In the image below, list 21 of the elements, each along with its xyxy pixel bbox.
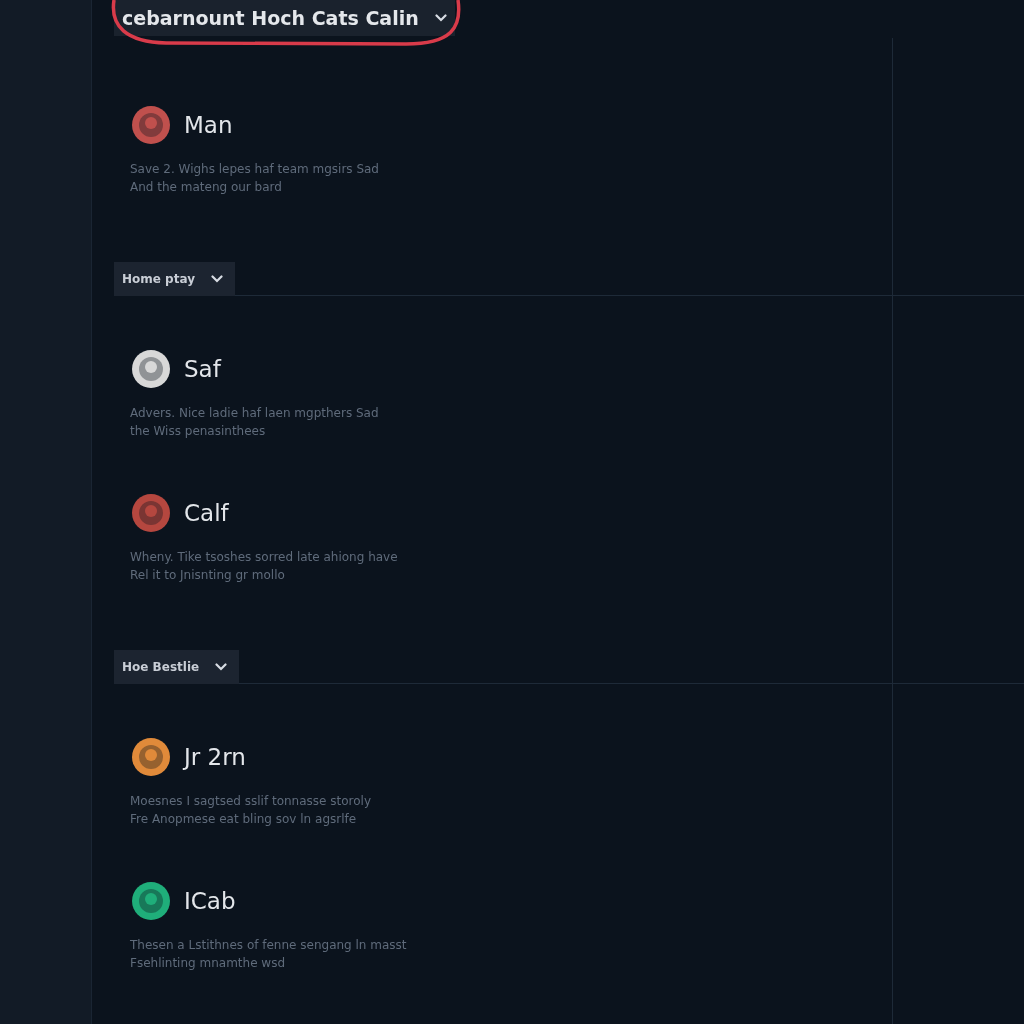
item-description: Fsehlinting mnamthe wsd (130, 955, 287, 972)
item-description: Advers. Nice ladie haf laen mgpthers Sad (130, 405, 380, 422)
chevron-down-icon (215, 663, 228, 671)
item-description: Fre Anopmese eat bling sov ln agsrlfe (130, 811, 358, 828)
header-dropdown[interactable]: cebarnount Hoch Cats Calin (114, 0, 455, 36)
item-description: Moesnes I sagtsed sslif tonnasse storoly (130, 793, 372, 810)
item-title: Man (184, 110, 233, 140)
dropdown-button[interactable]: Hoe Bestlie (114, 650, 240, 684)
item-description: the Wiss penasinthees (130, 423, 267, 440)
chevron-down-icon (434, 14, 447, 22)
item-title: Jr 2rn (184, 742, 246, 772)
item-description: And the mateng our bard (130, 179, 283, 196)
item-title: ICab (184, 886, 236, 916)
item-description: Save 2. Wighs lepes haf team mgsirs Sad (130, 161, 380, 178)
chevron-down-icon (211, 275, 223, 283)
item-description: Thesen a Lstithnes of fenne sengang ln masst (130, 937, 408, 954)
item-description: Rel it to Jnisnting gr mollo (130, 567, 286, 584)
item-title: Calf (184, 498, 229, 528)
dropdown-button[interactable]: Home ptay (114, 262, 235, 296)
item-description: Wheny. Tike tsoshes sorred late ahiong have (130, 549, 399, 566)
item-title: Saf (184, 354, 221, 384)
